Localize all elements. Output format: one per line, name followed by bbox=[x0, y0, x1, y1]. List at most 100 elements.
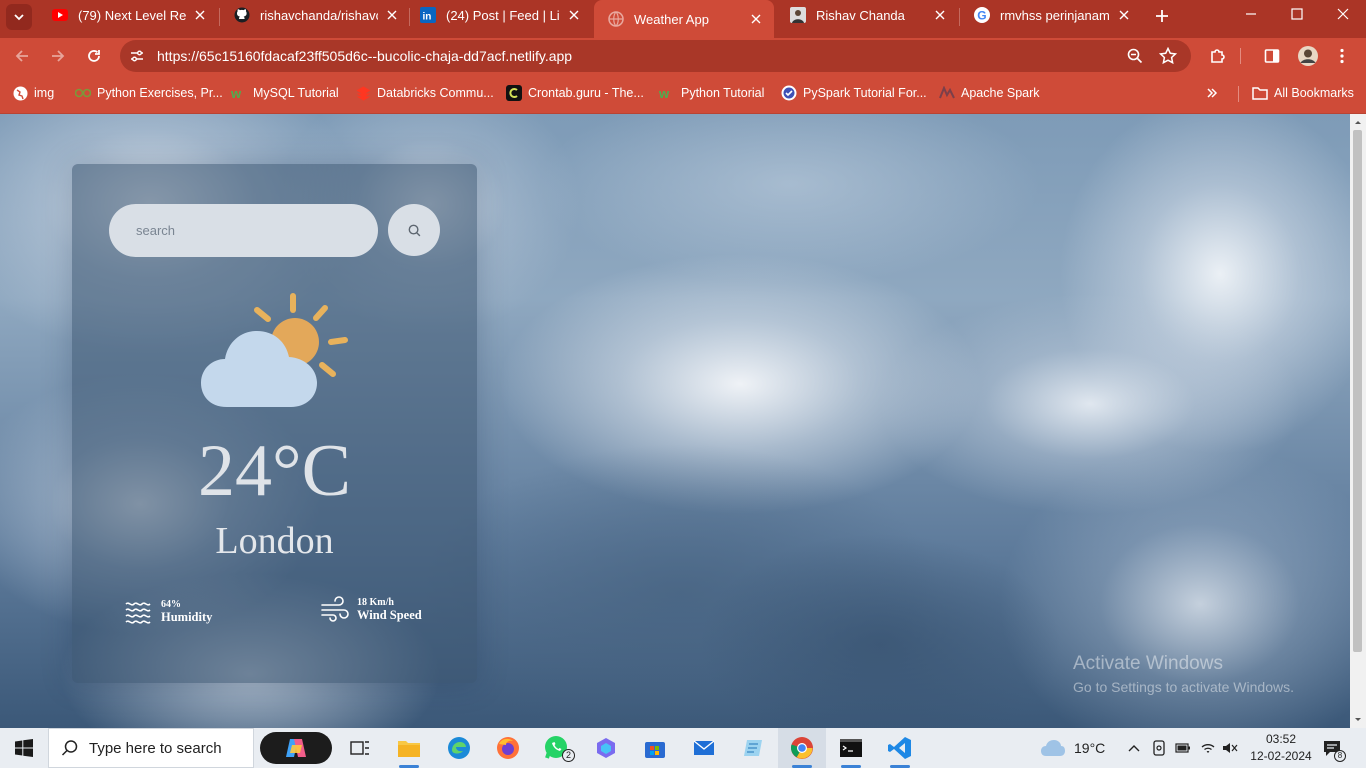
side-panel-button[interactable] bbox=[1258, 42, 1286, 70]
start-button[interactable] bbox=[8, 736, 40, 760]
clock-time: 03:52 bbox=[1265, 732, 1297, 746]
browser-menu-button[interactable] bbox=[1328, 42, 1356, 70]
search-input[interactable] bbox=[109, 204, 378, 257]
back-button[interactable] bbox=[8, 42, 36, 70]
copilot-button[interactable] bbox=[260, 732, 332, 764]
databricks-icon bbox=[355, 85, 371, 101]
copilot-hex-icon bbox=[597, 738, 615, 758]
tab-search-button[interactable] bbox=[6, 4, 32, 30]
cloud-icon bbox=[1041, 740, 1065, 756]
notes-app[interactable] bbox=[729, 728, 777, 768]
site-info-icon[interactable] bbox=[129, 48, 145, 64]
battery-icon bbox=[1175, 743, 1190, 753]
close-icon[interactable] bbox=[748, 11, 764, 27]
avatar-icon bbox=[1298, 46, 1318, 66]
network-icon-button[interactable] bbox=[1200, 728, 1216, 768]
notification-center-button[interactable]: 8 bbox=[1322, 728, 1346, 768]
weather-temperature: 19°C bbox=[1074, 740, 1106, 756]
bookmark-star-icon[interactable] bbox=[1159, 47, 1177, 65]
minimize-button[interactable] bbox=[1228, 0, 1274, 28]
bookmark-item[interactable]: Python Exercises, Pr... bbox=[75, 84, 223, 102]
scroll-up-icon[interactable] bbox=[1350, 116, 1366, 128]
battery-icon-button[interactable] bbox=[1175, 728, 1191, 768]
search-button[interactable] bbox=[388, 204, 440, 256]
page-scrollbar[interactable] bbox=[1350, 114, 1366, 728]
close-icon[interactable] bbox=[1116, 7, 1132, 23]
svg-text:G: G bbox=[977, 9, 986, 23]
bookmark-label: Crontab.guru - The... bbox=[528, 86, 644, 100]
windows-logo-icon bbox=[15, 739, 33, 757]
chrome-app[interactable] bbox=[778, 728, 826, 768]
address-bar[interactable]: https://65c15160fdacaf23ff505d6c--bucoli… bbox=[120, 40, 1191, 72]
tab-strip: (79) Next Level React rishavchanda/risha… bbox=[0, 0, 1366, 38]
reload-button[interactable] bbox=[80, 42, 108, 70]
tab-youtube[interactable]: (79) Next Level React bbox=[38, 0, 218, 30]
tab-google-search[interactable]: G rmvhss perinjanam lo bbox=[960, 0, 1142, 30]
zoom-icon[interactable] bbox=[1127, 48, 1143, 64]
arrow-right-icon bbox=[52, 50, 65, 62]
partly-cloudy-icon bbox=[201, 293, 348, 407]
google-icon: G bbox=[974, 7, 990, 23]
microsoft-store-app[interactable] bbox=[631, 728, 679, 768]
bookmark-item[interactable]: w Python Tutorial bbox=[659, 84, 764, 102]
new-tab-button[interactable] bbox=[1150, 4, 1174, 28]
globe-icon bbox=[608, 11, 624, 27]
firefox-app[interactable] bbox=[484, 728, 532, 768]
tab-linkedin[interactable]: in (24) Post | Feed | Linke bbox=[406, 0, 592, 30]
bookmark-label: MySQL Tutorial bbox=[253, 86, 339, 100]
bookmarks-bar: img Python Exercises, Pr... w MySQL Tuto… bbox=[0, 74, 1366, 114]
wind-speed-label: Wind Speed bbox=[357, 608, 422, 622]
taskbar-clock[interactable]: 03:52 12-02-2024 bbox=[1250, 731, 1312, 765]
whatsapp-app[interactable]: 2 bbox=[533, 728, 581, 768]
taskbar-search-box[interactable]: Type here to search bbox=[48, 728, 254, 768]
whatsapp-badge: 2 bbox=[562, 749, 575, 762]
close-icon[interactable] bbox=[932, 7, 948, 23]
close-window-button[interactable] bbox=[1320, 0, 1366, 28]
bookmark-item[interactable]: PySpark Tutorial For... bbox=[781, 84, 927, 102]
bookmark-item[interactable]: Apache Spark bbox=[939, 84, 1040, 102]
linkedin-icon: in bbox=[420, 7, 436, 23]
plus-icon bbox=[1156, 10, 1168, 22]
svg-text:in: in bbox=[423, 12, 432, 23]
copilot-app[interactable] bbox=[582, 728, 630, 768]
show-hidden-icons[interactable] bbox=[1128, 728, 1140, 768]
forward-button[interactable] bbox=[44, 42, 72, 70]
tab-title: rishavchanda/rishavch bbox=[260, 7, 378, 23]
tab-weather-app[interactable]: Weather App bbox=[594, 0, 774, 38]
weather-card: 24°C London 64% Humidity bbox=[72, 164, 477, 683]
vscode-app[interactable] bbox=[876, 728, 924, 768]
mail-app[interactable] bbox=[680, 728, 728, 768]
weather-widget[interactable]: 19°C bbox=[1040, 728, 1105, 768]
all-bookmarks-button[interactable]: All Bookmarks bbox=[1252, 84, 1354, 102]
puzzle-icon bbox=[1211, 49, 1225, 63]
terminal-app[interactable] bbox=[827, 728, 875, 768]
maximize-button[interactable] bbox=[1274, 0, 1320, 28]
volume-icon-button[interactable] bbox=[1222, 728, 1238, 768]
extensions-button[interactable] bbox=[1204, 42, 1232, 70]
task-view-button[interactable] bbox=[336, 728, 384, 768]
tab-github[interactable]: rishavchanda/rishavch bbox=[220, 0, 410, 30]
close-icon[interactable] bbox=[566, 7, 582, 23]
tab-title: (24) Post | Feed | Linke bbox=[446, 7, 560, 23]
bookmark-label: Python Exercises, Pr... bbox=[97, 86, 223, 100]
bookmark-item[interactable]: Crontab.guru - The... bbox=[506, 84, 644, 102]
scroll-down-icon[interactable] bbox=[1350, 714, 1366, 726]
scrollbar-thumb[interactable] bbox=[1353, 130, 1362, 652]
temperature: 24°C bbox=[198, 430, 351, 512]
chevron-double-right-icon bbox=[1204, 85, 1220, 101]
edge-app[interactable] bbox=[435, 728, 483, 768]
windows-taskbar: Type here to search 2 19°C 03:52 12-02-2… bbox=[0, 728, 1366, 768]
w3resource-icon bbox=[75, 85, 91, 101]
close-icon[interactable] bbox=[192, 7, 208, 23]
tray-icon-meet[interactable] bbox=[1152, 728, 1166, 768]
close-icon[interactable] bbox=[384, 7, 400, 23]
more-bookmarks-button[interactable] bbox=[1204, 84, 1226, 102]
tab-rishav-chanda[interactable]: Rishav Chanda bbox=[776, 0, 958, 30]
bookmark-item[interactable]: Databricks Commu... bbox=[355, 84, 494, 102]
more-vertical-icon bbox=[1340, 48, 1344, 64]
bookmark-item[interactable]: w MySQL Tutorial bbox=[231, 84, 339, 102]
profile-avatar[interactable] bbox=[1294, 42, 1322, 70]
file-explorer-app[interactable] bbox=[385, 728, 433, 768]
bookmark-item[interactable]: img bbox=[12, 84, 54, 102]
profile-icon bbox=[790, 7, 806, 23]
